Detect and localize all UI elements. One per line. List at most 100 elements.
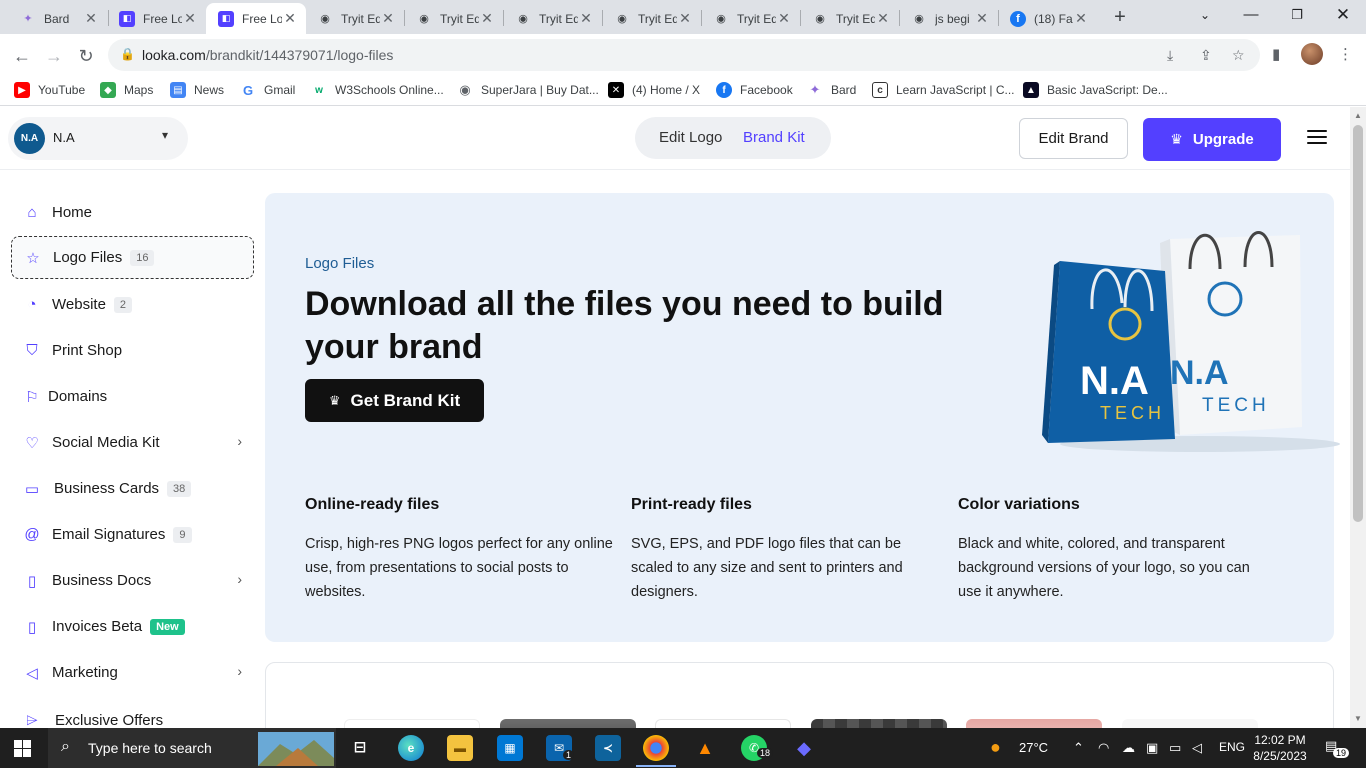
close-icon[interactable]: ✕ [875,10,891,27]
chevron-right-icon: › [237,663,242,679]
bookmark-superjara[interactable]: ◉ SuperJara | Buy Dat... [457,82,599,98]
back-icon[interactable]: ← [8,42,36,70]
camera-icon[interactable]: ▣ [1146,740,1158,756]
get-brand-kit-button[interactable]: ♛ Get Brand Kit [305,379,484,422]
sidebar-item-exclusive-offers[interactable]: ⌲ Exclusive Offers [11,699,254,728]
bookmark-x[interactable]: ✕ (4) Home / X [608,82,700,98]
page-scrollbar[interactable]: ▲ ▼ [1350,107,1366,728]
sidebar-item-domains[interactable]: ⚐ Domains [11,375,254,418]
profile-avatar[interactable] [1301,43,1323,65]
bookmark-basic-js[interactable]: ▲ Basic JavaScript: De... [1023,82,1168,98]
sidebar-item-home[interactable]: ⌂ Home [11,191,254,234]
bookmark-youtube[interactable]: ▶ YouTube [14,82,85,98]
clock[interactable]: 12:02 PM 8/25/2023 [1248,732,1312,764]
edge-icon[interactable]: e [398,735,424,761]
cloud-icon[interactable]: ☁ [1122,740,1135,756]
brand-switcher[interactable]: N.A N.A ▾ [8,117,188,160]
close-icon[interactable]: ✕ [479,10,495,27]
tab-search-icon[interactable]: ⌄ [1182,0,1228,34]
close-icon[interactable]: ✕ [677,10,693,27]
google-icon: G [240,82,256,98]
close-window-icon[interactable]: ✕ [1320,0,1366,34]
close-icon[interactable]: ✕ [380,10,396,27]
vscode-icon[interactable]: ≺ [595,735,621,761]
tab-tryit-4[interactable]: ◉ Tryit Ed ✕ [602,3,701,34]
side-panel-icon[interactable]: ▮ [1272,45,1280,63]
edit-logo-tab[interactable]: Edit Logo [659,129,722,146]
vlc-icon[interactable]: ▲ [692,735,718,761]
task-view-icon[interactable]: ⊟ [347,735,373,761]
sidebar-item-social-media-kit[interactable]: ♡ Social Media Kit › [11,421,254,464]
minimize-icon[interactable]: — [1228,0,1274,34]
battery-icon[interactable]: ▭ [1169,740,1181,756]
tab-facebook[interactable]: f (18) Fa ✕ [998,3,1097,34]
menu-kebab-icon[interactable]: ⋮ [1338,45,1353,63]
scroll-down-icon[interactable]: ▼ [1354,714,1362,723]
upgrade-button[interactable]: ♛ Upgrade [1143,118,1281,161]
sidebar-item-print-shop[interactable]: ⛉ Print Shop [11,329,254,372]
restore-icon[interactable]: ❐ [1274,0,1320,34]
scroll-up-icon[interactable]: ▲ [1354,111,1362,120]
brand-kit-tab[interactable]: Brand Kit [743,129,805,146]
address-bar[interactable]: 🔒 looka.com/brandkit/144379071/logo-file… [108,39,1260,71]
tab-looka-active[interactable]: ◧ Free Lo ✕ [206,3,306,34]
sidebar-item-business-docs[interactable]: ▯ Business Docs › [11,559,254,602]
windows-start-icon[interactable] [14,740,31,757]
chrome-icon[interactable] [643,735,669,761]
taskbar-search-input[interactable]: ⌕ Type here to search [48,728,336,768]
close-icon[interactable]: ✕ [776,10,792,27]
tab-looka-1[interactable]: ◧ Free Lo ✕ [107,3,206,34]
drop-icon[interactable]: ◆ [791,735,817,761]
bookmark-gmail[interactable]: G Gmail [240,82,295,98]
reload-icon[interactable]: ↻ [72,42,100,70]
bookmark-learn-js[interactable]: c Learn JavaScript | C... [872,82,1015,98]
tab-tryit-1[interactable]: ◉ Tryit Ed ✕ [305,3,404,34]
language-indicator[interactable]: ENG [1219,740,1245,754]
forward-icon[interactable]: → [40,42,68,70]
globe-icon: ◉ [320,13,330,25]
close-icon[interactable]: ✕ [1073,10,1089,27]
bookmark-maps[interactable]: ◆ Maps [100,82,153,98]
sidebar-item-website[interactable]: ◔ Website 2 [11,283,254,326]
close-icon[interactable]: ✕ [578,10,594,27]
sidebar-item-email-signatures[interactable]: @ Email Signatures 9 [11,513,254,556]
new-tab-button[interactable]: + [1108,5,1132,29]
scroll-thumb[interactable] [1353,125,1363,522]
bookmark-bard[interactable]: ✦ Bard [807,82,856,98]
volume-icon[interactable]: ◁ [1192,740,1202,756]
close-icon[interactable]: ✕ [282,10,298,27]
sidebar-item-label: Business Cards [54,480,160,497]
feature-title: Print-ready files [631,496,752,513]
tab-bard[interactable]: ✦ Bard ✕ [8,3,107,34]
tab-js-beginner[interactable]: ◉ js begi ✕ [899,3,998,34]
install-icon[interactable]: ⤓ [1167,47,1173,64]
edit-brand-button[interactable]: Edit Brand [1019,118,1128,159]
close-icon[interactable]: ✕ [182,10,198,27]
chevron-right-icon: › [237,433,242,449]
sidebar-item-marketing[interactable]: ◁ Marketing › [11,651,254,694]
tab-tryit-6[interactable]: ◉ Tryit Ed ✕ [800,3,899,34]
tab-tryit-5[interactable]: ◉ Tryit Ed ✕ [701,3,800,34]
weather-icon[interactable]: ● [990,737,1001,758]
file-explorer-icon[interactable]: ▬ [447,735,473,761]
bookmark-star-icon[interactable]: ☆ [1232,47,1245,64]
network-icon[interactable]: ◠ [1098,740,1109,756]
sidebar-item-logo-files[interactable]: ☆ Logo Files 16 [11,236,254,279]
store-icon[interactable]: ▦ [497,735,523,761]
feature-print: Print-ready files SVG, EPS, and PDF logo… [631,496,941,604]
notification-badge: 19 [1333,748,1350,758]
weather-text[interactable]: 27°C [1019,740,1048,755]
chevron-up-icon[interactable]: ⌃ [1073,740,1084,756]
sidebar: ⌂ Home ☆ Logo Files 16 ◔ Website 2 ⛉ Pri… [0,171,265,728]
close-icon[interactable]: ✕ [83,10,99,27]
sidebar-item-invoices[interactable]: ▯ Invoices Beta New [11,605,254,648]
bookmark-news[interactable]: ▤ News [170,82,224,98]
tab-tryit-2[interactable]: ◉ Tryit Ed ✕ [404,3,503,34]
bookmark-w3schools[interactable]: w W3Schools Online... [311,82,444,98]
close-icon[interactable]: ✕ [974,10,990,27]
bookmark-facebook[interactable]: f Facebook [716,82,793,98]
share-icon[interactable]: ⇪ [1200,47,1212,64]
hamburger-menu-icon[interactable] [1307,130,1327,146]
sidebar-item-business-cards[interactable]: ▭ Business Cards 38 [11,467,254,510]
tab-tryit-3[interactable]: ◉ Tryit Ed ✕ [503,3,602,34]
